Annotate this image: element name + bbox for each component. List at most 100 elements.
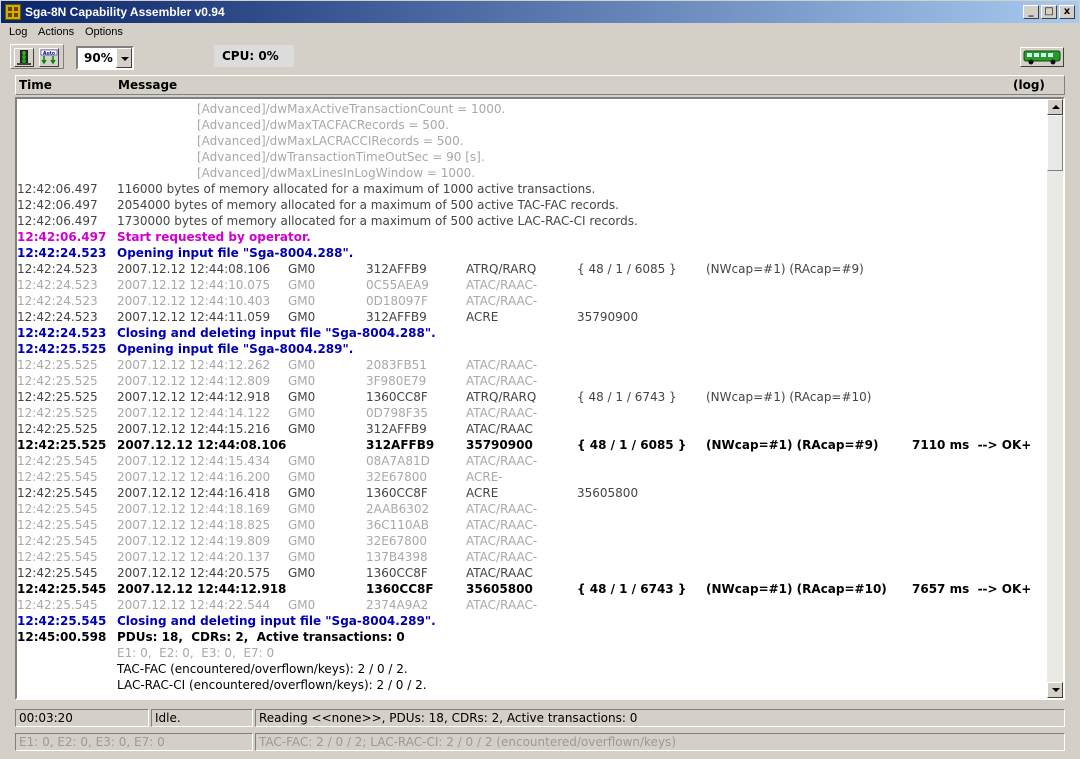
log-cell: { 48 / 1 / 6085 } (577, 438, 687, 452)
log-cell: Closing and deleting input file "Sga-800… (117, 326, 436, 340)
log-cell: 2007.12.12 12:44:16.200 (117, 470, 271, 484)
log-cell: 2007.12.12 12:44:12.262 (117, 358, 271, 372)
log-cell: 08A7A81D (366, 454, 430, 468)
log-cell: 2007.12.12 12:44:11.059 (117, 310, 271, 324)
minimize-button[interactable]: _ (1023, 5, 1039, 19)
log-cell: GM0 (288, 278, 316, 292)
log-cell: 12:42:25.545 (17, 550, 98, 564)
menu-actions[interactable]: Actions (38, 26, 74, 38)
log-cell: ATAC/RAAC (466, 422, 533, 436)
log-cell: 1360CC8F (366, 566, 428, 580)
column-message[interactable]: Message (118, 78, 177, 92)
status-reading: Reading <<none>>, PDUs: 18, CDRs: 2, Act… (255, 709, 1065, 727)
log-cell: 1360CC8F (366, 390, 428, 404)
log-cell: 36C110AB (366, 518, 429, 532)
log-cell: ATAC/RAAC- (466, 454, 538, 468)
log-cell: 12:42:25.545 (17, 470, 98, 484)
log-cell: 32E67800 (366, 470, 428, 484)
log-cell: 12:42:24.523 (17, 246, 107, 260)
toolbar-button-group: Auto (10, 44, 64, 69)
log-cell: 2007.12.12 12:44:15.216 (117, 422, 271, 436)
traffic-light-icon[interactable] (14, 48, 34, 67)
log-cell: 0D798F35 (366, 406, 428, 420)
log-cell: GM0 (288, 310, 316, 324)
log-cell: Opening input file "Sga-8004.288". (117, 246, 354, 260)
log-cell: 312AFFB9 (366, 310, 427, 324)
log-cell: LAC-RAC-CI (encountered/overflown/keys):… (117, 678, 427, 692)
log-cell: ATAC/RAAC- (466, 534, 538, 548)
log-cell: ATAC/RAAC- (466, 502, 538, 516)
close-button[interactable]: x (1059, 5, 1075, 19)
log-cell: 2374A9A2 (366, 598, 429, 612)
log-cell: GM0 (288, 406, 316, 420)
menu-options[interactable]: Options (85, 26, 123, 38)
log-cell: 1730000 bytes of memory allocated for a … (117, 214, 638, 228)
zoom-select[interactable]: 90% (76, 46, 134, 70)
log-cell: 2007.12.12 12:44:18.169 (117, 502, 271, 516)
log-cell: Closing and deleting input file "Sga-800… (117, 614, 436, 628)
log-cell: E1: 0, E2: 0, E3: 0, E7: 0 (117, 646, 275, 660)
log-cell: GM0 (288, 534, 316, 548)
log-cell: (NWcap=#1) (RAcap=#9) (706, 438, 879, 452)
log-cell: TAC-FAC (encountered/overflown/keys): 2 … (117, 662, 408, 676)
log-cell: 137B4398 (366, 550, 428, 564)
log-cell: GM0 (288, 422, 316, 436)
scroll-up-icon[interactable] (1047, 99, 1063, 115)
log-cell: 12:42:25.545 (17, 598, 98, 612)
scroll-down-icon[interactable] (1047, 682, 1063, 698)
log-cell: GM0 (288, 598, 316, 612)
log-cell: 12:42:25.545 (17, 534, 98, 548)
log-cell: 1360CC8F (366, 582, 434, 596)
log-cell: GM0 (288, 454, 316, 468)
log-cell: GM0 (288, 470, 316, 484)
scrollbar-thumb[interactable] (1047, 115, 1063, 171)
log-cell: GM0 (288, 518, 316, 532)
config-text: [Advanced]/dwTransactionTimeOutSec = 90 … (197, 150, 485, 164)
log-cell: 1360CC8F (366, 486, 428, 500)
log-cell: GM0 (288, 390, 316, 404)
log-cell: 2007.12.12 12:44:12.809 (117, 374, 271, 388)
status-state: Idle. (151, 709, 253, 727)
menu-log[interactable]: Log (9, 26, 27, 38)
log-cell: GM0 (288, 374, 316, 388)
log-cell: GM0 (288, 486, 316, 500)
log-cell: 2007.12.12 12:44:10.075 (117, 278, 271, 292)
log-cell: 312AFFB9 (366, 422, 427, 436)
log-cell: ATAC/RAAC- (466, 550, 538, 564)
log-cell: 7110 ms --> OK+ (912, 438, 1032, 452)
log-cell: 12:42:06.497 (17, 214, 98, 228)
log-cell: GM0 (288, 566, 316, 580)
auto-download-icon[interactable]: Auto (39, 48, 59, 67)
log-cell: 2007.12.12 12:44:15.434 (117, 454, 271, 468)
bus-icon[interactable] (1020, 47, 1064, 67)
chevron-down-icon[interactable] (116, 48, 132, 68)
log-cell: ACRE- (466, 470, 503, 484)
log-cell: 32E67800 (366, 534, 428, 548)
log-cell: GM0 (288, 550, 316, 564)
log-cell: GM0 (288, 358, 316, 372)
log-cell: 2083FB51 (366, 358, 427, 372)
menu-bar: Log Actions Options (0, 24, 1080, 42)
log-cell: ACRE (466, 310, 499, 324)
log-cell: Start requested by operator. (117, 230, 311, 244)
maximize-button[interactable]: □ (1041, 5, 1057, 19)
log-cell: 12:42:25.545 (17, 486, 98, 500)
column-time[interactable]: Time (19, 78, 52, 92)
column-log[interactable]: (log) (1013, 78, 1045, 92)
log-window[interactable]: [Advanced]/dwMaxActiveTransactionCount =… (15, 97, 1065, 700)
log-cell: 7657 ms --> OK+ (912, 582, 1032, 596)
log-cell: 2007.12.12 12:44:12.918 (117, 390, 271, 404)
vertical-scrollbar[interactable] (1047, 99, 1063, 698)
log-cell: 2007.12.12 12:44:20.137 (117, 550, 271, 564)
log-cell: 12:42:25.525 (17, 358, 98, 372)
title-bar[interactable]: Sga-8N Capability Assembler v0.94 _ □ x (0, 0, 1080, 24)
log-cell: 12:42:25.525 (17, 422, 98, 436)
log-cell: 12:42:25.525 (17, 390, 98, 404)
log-cell: 12:42:24.523 (17, 262, 98, 276)
app-icon[interactable] (5, 4, 21, 20)
log-cell: 312AFFB9 (366, 438, 435, 452)
config-text: [Advanced]/dwMaxTACFACRecords = 500. (197, 118, 449, 132)
log-cell: ATAC/RAAC- (466, 294, 538, 308)
cpu-usage: CPU: 0% (214, 45, 294, 67)
log-cell: 35605800 (577, 486, 639, 500)
